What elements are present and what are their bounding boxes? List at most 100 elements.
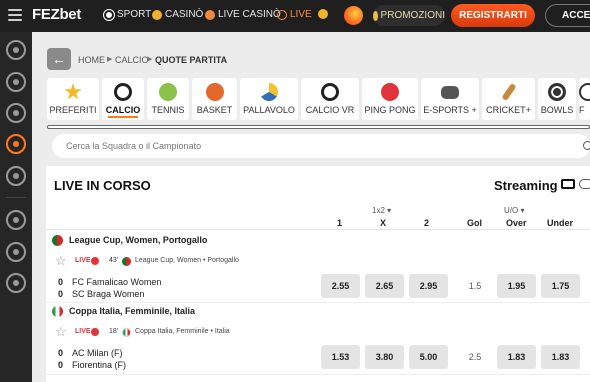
tv-icon (561, 179, 575, 189)
virtual-soccer-icon (321, 83, 339, 101)
meta-country: Italia (214, 328, 230, 335)
nav-live-casino[interactable]: LIVE CASINÒ (205, 9, 281, 20)
odds-button-under[interactable]: 1.75 (541, 274, 580, 298)
nav-live-casino-label: LIVE CASINÒ (218, 9, 281, 20)
sidebar-live-stream-icon[interactable] (6, 134, 26, 154)
ping-pong-icon (381, 83, 399, 101)
home-team-row[interactable]: 0 AC Milan (F) (58, 348, 123, 358)
live-casino-icon (205, 9, 215, 20)
meta-league: Coppa Italia, Femminile (135, 328, 209, 335)
gamepad-icon (441, 86, 459, 99)
tab-preferiti[interactable]: PREFERITI (47, 78, 99, 120)
league-header[interactable]: Coppa Italia, Femminile, Italia (46, 302, 590, 320)
odds-button-2[interactable]: 5.00 (409, 345, 448, 369)
event-league-info: Coppa Italia, Femminile • Italia (135, 328, 230, 335)
register-button[interactable]: REGISTRARTI (451, 4, 535, 27)
hamburger-menu-icon[interactable] (8, 9, 22, 21)
home-team-row[interactable]: 0 FC Famalicao Women (58, 277, 161, 287)
favorite-star-icon[interactable]: ☆ (55, 325, 67, 338)
column-header-1: 1 (337, 218, 343, 228)
home-team-name: FC Famalicao Women (72, 277, 162, 287)
home-team-name: AC Milan (F) (72, 348, 123, 358)
tab-cricket[interactable]: CRICKET+ (482, 78, 535, 120)
tab-e-sports[interactable]: E-SPORTS + (421, 78, 479, 120)
nav-sport-label: SPORT (117, 9, 152, 20)
volleyball-icon (260, 83, 278, 101)
casino-chip-icon (152, 9, 162, 20)
league-name: League Cup, Women, Portogallo (69, 235, 208, 245)
odds-button-2[interactable]: 2.95 (409, 274, 448, 298)
tab-tennis[interactable]: TENNIS (147, 78, 189, 120)
event-meta: ☆ LIVE 18' Coppa Italia, Femminile • Ita… (46, 325, 446, 342)
basketball-icon (205, 83, 224, 101)
tab-label: F (579, 105, 585, 115)
header-divider (46, 229, 590, 230)
tennis-ball-icon (159, 83, 177, 101)
tab-bowls[interactable]: BOWLS (538, 78, 576, 120)
tab-label: TENNIS (151, 105, 185, 115)
sidebar-crosshair-icon[interactable] (6, 210, 26, 230)
sidebar-soccer-ball-icon[interactable] (6, 40, 26, 60)
away-team-row[interactable]: 0 SC Braga Women (58, 289, 144, 299)
odds-button-1[interactable]: 1.53 (321, 345, 360, 369)
promotions-button[interactable]: PROMOZIONI (373, 5, 445, 26)
search-input[interactable] (66, 141, 466, 151)
sidebar-basketball-icon[interactable] (6, 103, 26, 123)
tab-basket[interactable]: BASKET (192, 78, 237, 120)
breadcrumb-separator-icon: ▶ (107, 56, 113, 63)
back-button[interactable]: ← (47, 48, 71, 70)
odds-button-x[interactable]: 2.65 (365, 274, 404, 298)
sidebar-clubs-icon[interactable] (6, 72, 26, 92)
away-team-row[interactable]: 0 Fiorentina (F) (58, 360, 126, 370)
match-minute: 18' (109, 328, 119, 335)
market-uo-label[interactable]: U/O ▾ (504, 206, 524, 215)
fezbet-flame-logo-icon[interactable] (344, 6, 363, 25)
more-icon (579, 83, 590, 101)
live-indicator-icon (91, 257, 99, 265)
top-navigation-bar: FEZbet SPORT CASINÒ LIVE CASINÒ LIVE PRO… (0, 0, 590, 32)
nav-extra[interactable] (318, 9, 328, 19)
odds-button-over[interactable]: 1.95 (497, 274, 536, 298)
market-name: 1x2 (372, 206, 385, 215)
flame-icon (344, 6, 363, 25)
league-name: Coppa Italia, Femminile, Italia (69, 306, 196, 316)
portugal-flag-icon (52, 234, 63, 246)
italy-flag-icon (122, 328, 131, 337)
sidebar-target-icon[interactable] (6, 166, 26, 186)
odds-button-1[interactable]: 2.55 (321, 274, 360, 298)
tab-pallavolo[interactable]: PALLAVOLO (240, 78, 298, 120)
tab-calcio[interactable]: CALCIO (102, 78, 144, 120)
tab-calcio-vr[interactable]: CALCIO VR (301, 78, 359, 120)
market-1x2-label[interactable]: 1x2 ▾ (372, 206, 391, 215)
odds-button-under[interactable]: 1.83 (541, 345, 580, 369)
meta-league: League Cup, Women (135, 257, 202, 264)
tab-label: BOWLS (540, 105, 574, 115)
match-minute: 43' (109, 257, 119, 264)
horizontal-scrollbar[interactable] (47, 125, 590, 129)
sidebar-trophy-icon[interactable] (6, 273, 26, 293)
tab-more[interactable]: F (579, 78, 590, 120)
star-icon (64, 83, 82, 100)
streaming-toggle[interactable] (579, 179, 590, 189)
odds-button-over[interactable]: 1.83 (497, 345, 536, 369)
login-button[interactable]: ACCEDI (545, 4, 590, 27)
home-score: 0 (58, 348, 64, 358)
home-score: 0 (58, 277, 64, 287)
nav-live[interactable]: LIVE (277, 9, 312, 20)
league-header[interactable]: League Cup, Women, Portogallo (46, 231, 590, 249)
nav-casino[interactable]: CASINÒ (152, 9, 203, 20)
favorite-star-icon[interactable]: ☆ (55, 254, 67, 267)
market-name: U/O (504, 206, 519, 215)
live-badge: LIVE (75, 328, 91, 335)
breadcrumb-home[interactable]: HOME (78, 55, 105, 65)
odds-button-x[interactable]: 3.80 (365, 345, 404, 369)
tab-label: BASKET (196, 105, 233, 115)
nav-sport[interactable]: SPORT (104, 9, 151, 20)
tab-ping-pong[interactable]: PING PONG (362, 78, 418, 120)
breadcrumb-calcio[interactable]: CALCIO (115, 55, 149, 65)
italy-flag-icon (52, 305, 63, 317)
main-content: ← HOME ▶ CALCIO ▶ QUOTE PARTITA PREFERIT… (32, 32, 590, 382)
search-icon[interactable] (583, 141, 590, 150)
sidebar-poker-chip-icon[interactable] (6, 242, 26, 262)
fezbet-logo[interactable]: FEZbet (32, 6, 81, 23)
